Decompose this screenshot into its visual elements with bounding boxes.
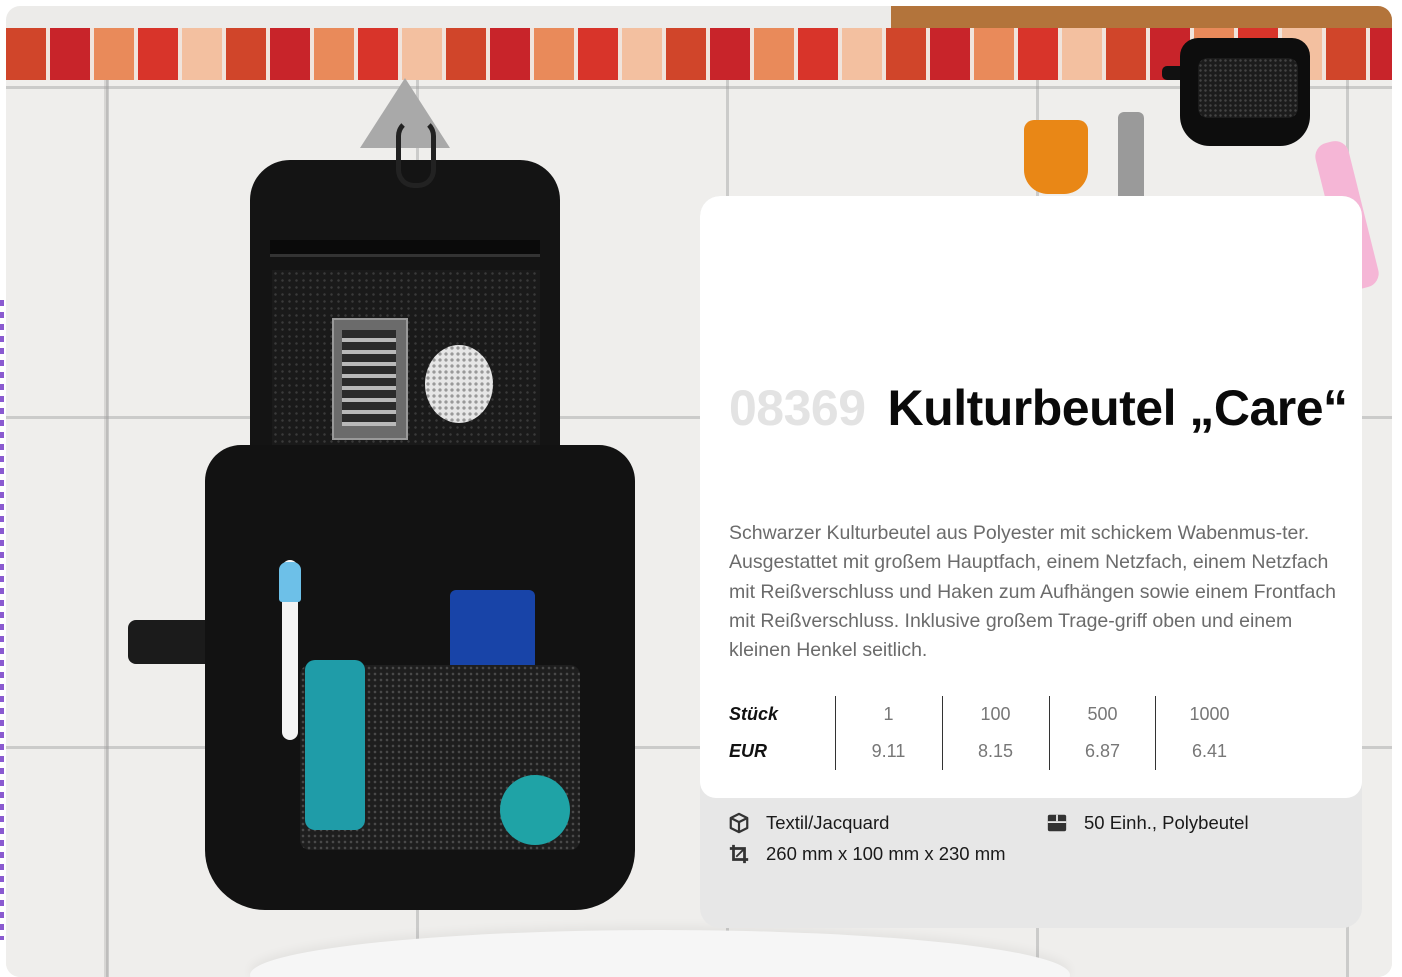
product-description: Schwarzer Kulturbeutel aus Polyester mit… [729, 522, 1336, 662]
quantity-row: Stück 1 100 500 1000 [729, 696, 1263, 733]
quantity-cell: 1000 [1189, 704, 1230, 724]
product-name: Kulturbeutel „Care“ [887, 380, 1349, 436]
spec-packaging: 50 Einh., Polybeutel [1046, 812, 1249, 834]
price-divider [1155, 696, 1156, 770]
price-divider [835, 696, 836, 770]
price-divider [942, 696, 943, 770]
quantity-cell: 500 [1087, 704, 1118, 724]
box-icon [729, 812, 749, 834]
flap-zipper [270, 240, 540, 257]
quantity-label: Stück [729, 704, 779, 724]
spec-dimensions: 260 mm x 100 mm x 230 mm [728, 843, 1006, 865]
catalog-page: 08369 Kulturbeutel „Care“ Schwarzer Kultu… [0, 0, 1402, 977]
spec-material-text: Textil/Jacquard [766, 812, 890, 833]
price-cell: 8.15 [977, 741, 1014, 761]
spec-packaging-text: 50 Einh., Polybeutel [1084, 812, 1249, 833]
spec-material: Textil/Jacquard [728, 812, 889, 834]
cosmetic-jar [500, 775, 570, 845]
bag-hanging-hook [396, 118, 436, 188]
quantity-cell: 100 [980, 704, 1011, 724]
carton-icon [1047, 814, 1067, 832]
razor-blades-pack [332, 318, 408, 440]
deodorant-can [305, 660, 365, 830]
quantity-cell: 1 [883, 704, 894, 724]
margin-guide-line [0, 300, 4, 940]
thumbnail-mesh [1198, 58, 1298, 118]
product-title: 08369 Kulturbeutel „Care“ [729, 382, 1349, 434]
price-divider [1049, 696, 1050, 770]
crop-icon [729, 844, 749, 864]
razor [1118, 112, 1144, 202]
product-info-card: 08369 Kulturbeutel „Care“ Schwarzer Kultu… [700, 196, 1362, 928]
sponge [425, 345, 493, 423]
price-cell: 6.41 [1191, 741, 1228, 761]
price-cell: 9.11 [871, 741, 906, 761]
article-number: 08369 [729, 380, 866, 436]
orange-cup [1024, 120, 1088, 194]
product-info-panel: 08369 Kulturbeutel „Care“ Schwarzer Kultu… [700, 196, 1362, 798]
price-cell: 6.87 [1084, 741, 1121, 761]
toothbrush-head [279, 562, 301, 602]
price-table: Stück 1 100 500 1000 EUR 9.11 8.15 6.87 … [729, 696, 1263, 770]
price-row: EUR 9.11 8.15 6.87 6.41 [729, 733, 1263, 770]
wooden-shelf [891, 6, 1392, 28]
spec-dimensions-text: 260 mm x 100 mm x 230 mm [766, 843, 1006, 864]
cream-tube [450, 590, 535, 670]
currency-label: EUR [729, 741, 768, 761]
